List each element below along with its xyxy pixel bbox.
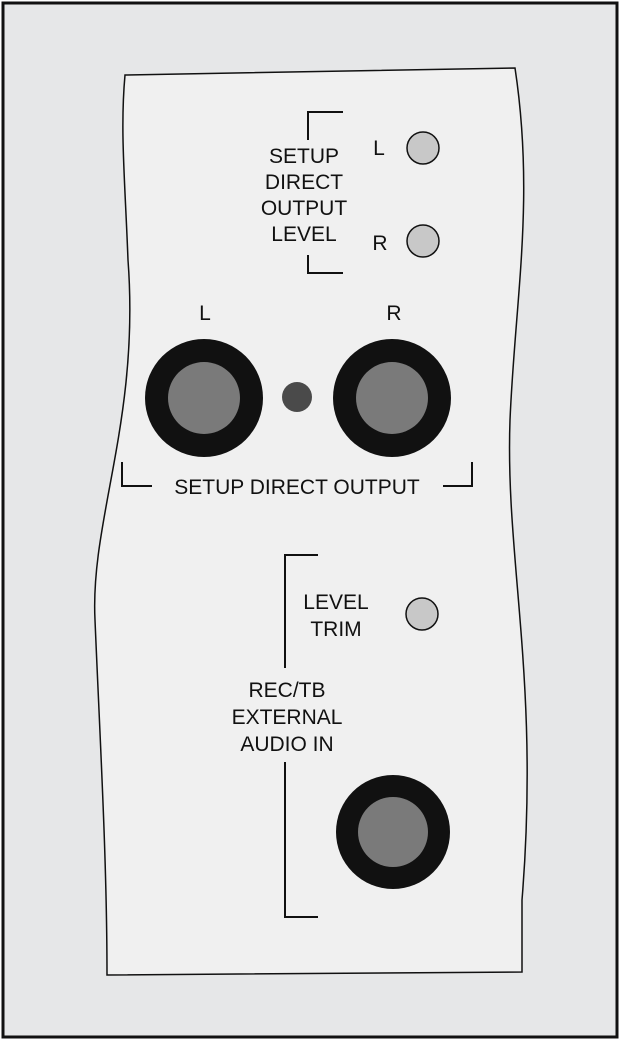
direct-output-level-label-line-4: LEVEL: [271, 223, 336, 246]
right-output-jack-socket: [356, 362, 428, 434]
external-audio-label-line-2: EXTERNAL: [232, 706, 343, 729]
right-output-jack[interactable]: [333, 339, 451, 457]
direct-output-level-label-line-3: OUTPUT: [261, 197, 348, 220]
external-audio-label-line-1: REC/TB: [248, 679, 325, 702]
led-indicator-icon: [282, 382, 312, 412]
external-audio-label-line-3: AUDIO IN: [240, 733, 333, 756]
external-audio-jack[interactable]: [336, 775, 450, 889]
level-left-label: L: [373, 137, 385, 160]
external-level-trim-knob[interactable]: [405, 597, 439, 631]
direct-output-group-label: SETUP DIRECT OUTPUT: [174, 476, 420, 499]
direct-output-level-label-line-2: DIRECT: [265, 171, 343, 194]
right-level-trim-knob[interactable]: [406, 224, 440, 258]
output-left-label: L: [199, 302, 211, 325]
panel-diagram: SETUP DIRECT OUTPUT LEVEL L R L R SETUP …: [0, 0, 620, 1040]
direct-output-level-label-line-1: SETUP: [269, 145, 339, 168]
level-trim-label-line-1: LEVEL: [303, 591, 368, 614]
level-trim-label-line-2: TRIM: [310, 618, 361, 641]
external-audio-jack-socket: [358, 797, 428, 867]
left-output-jack-socket: [168, 362, 240, 434]
level-right-label: R: [372, 232, 387, 255]
output-right-label: R: [386, 302, 401, 325]
left-level-trim-knob[interactable]: [406, 131, 440, 165]
left-output-jack[interactable]: [145, 339, 263, 457]
